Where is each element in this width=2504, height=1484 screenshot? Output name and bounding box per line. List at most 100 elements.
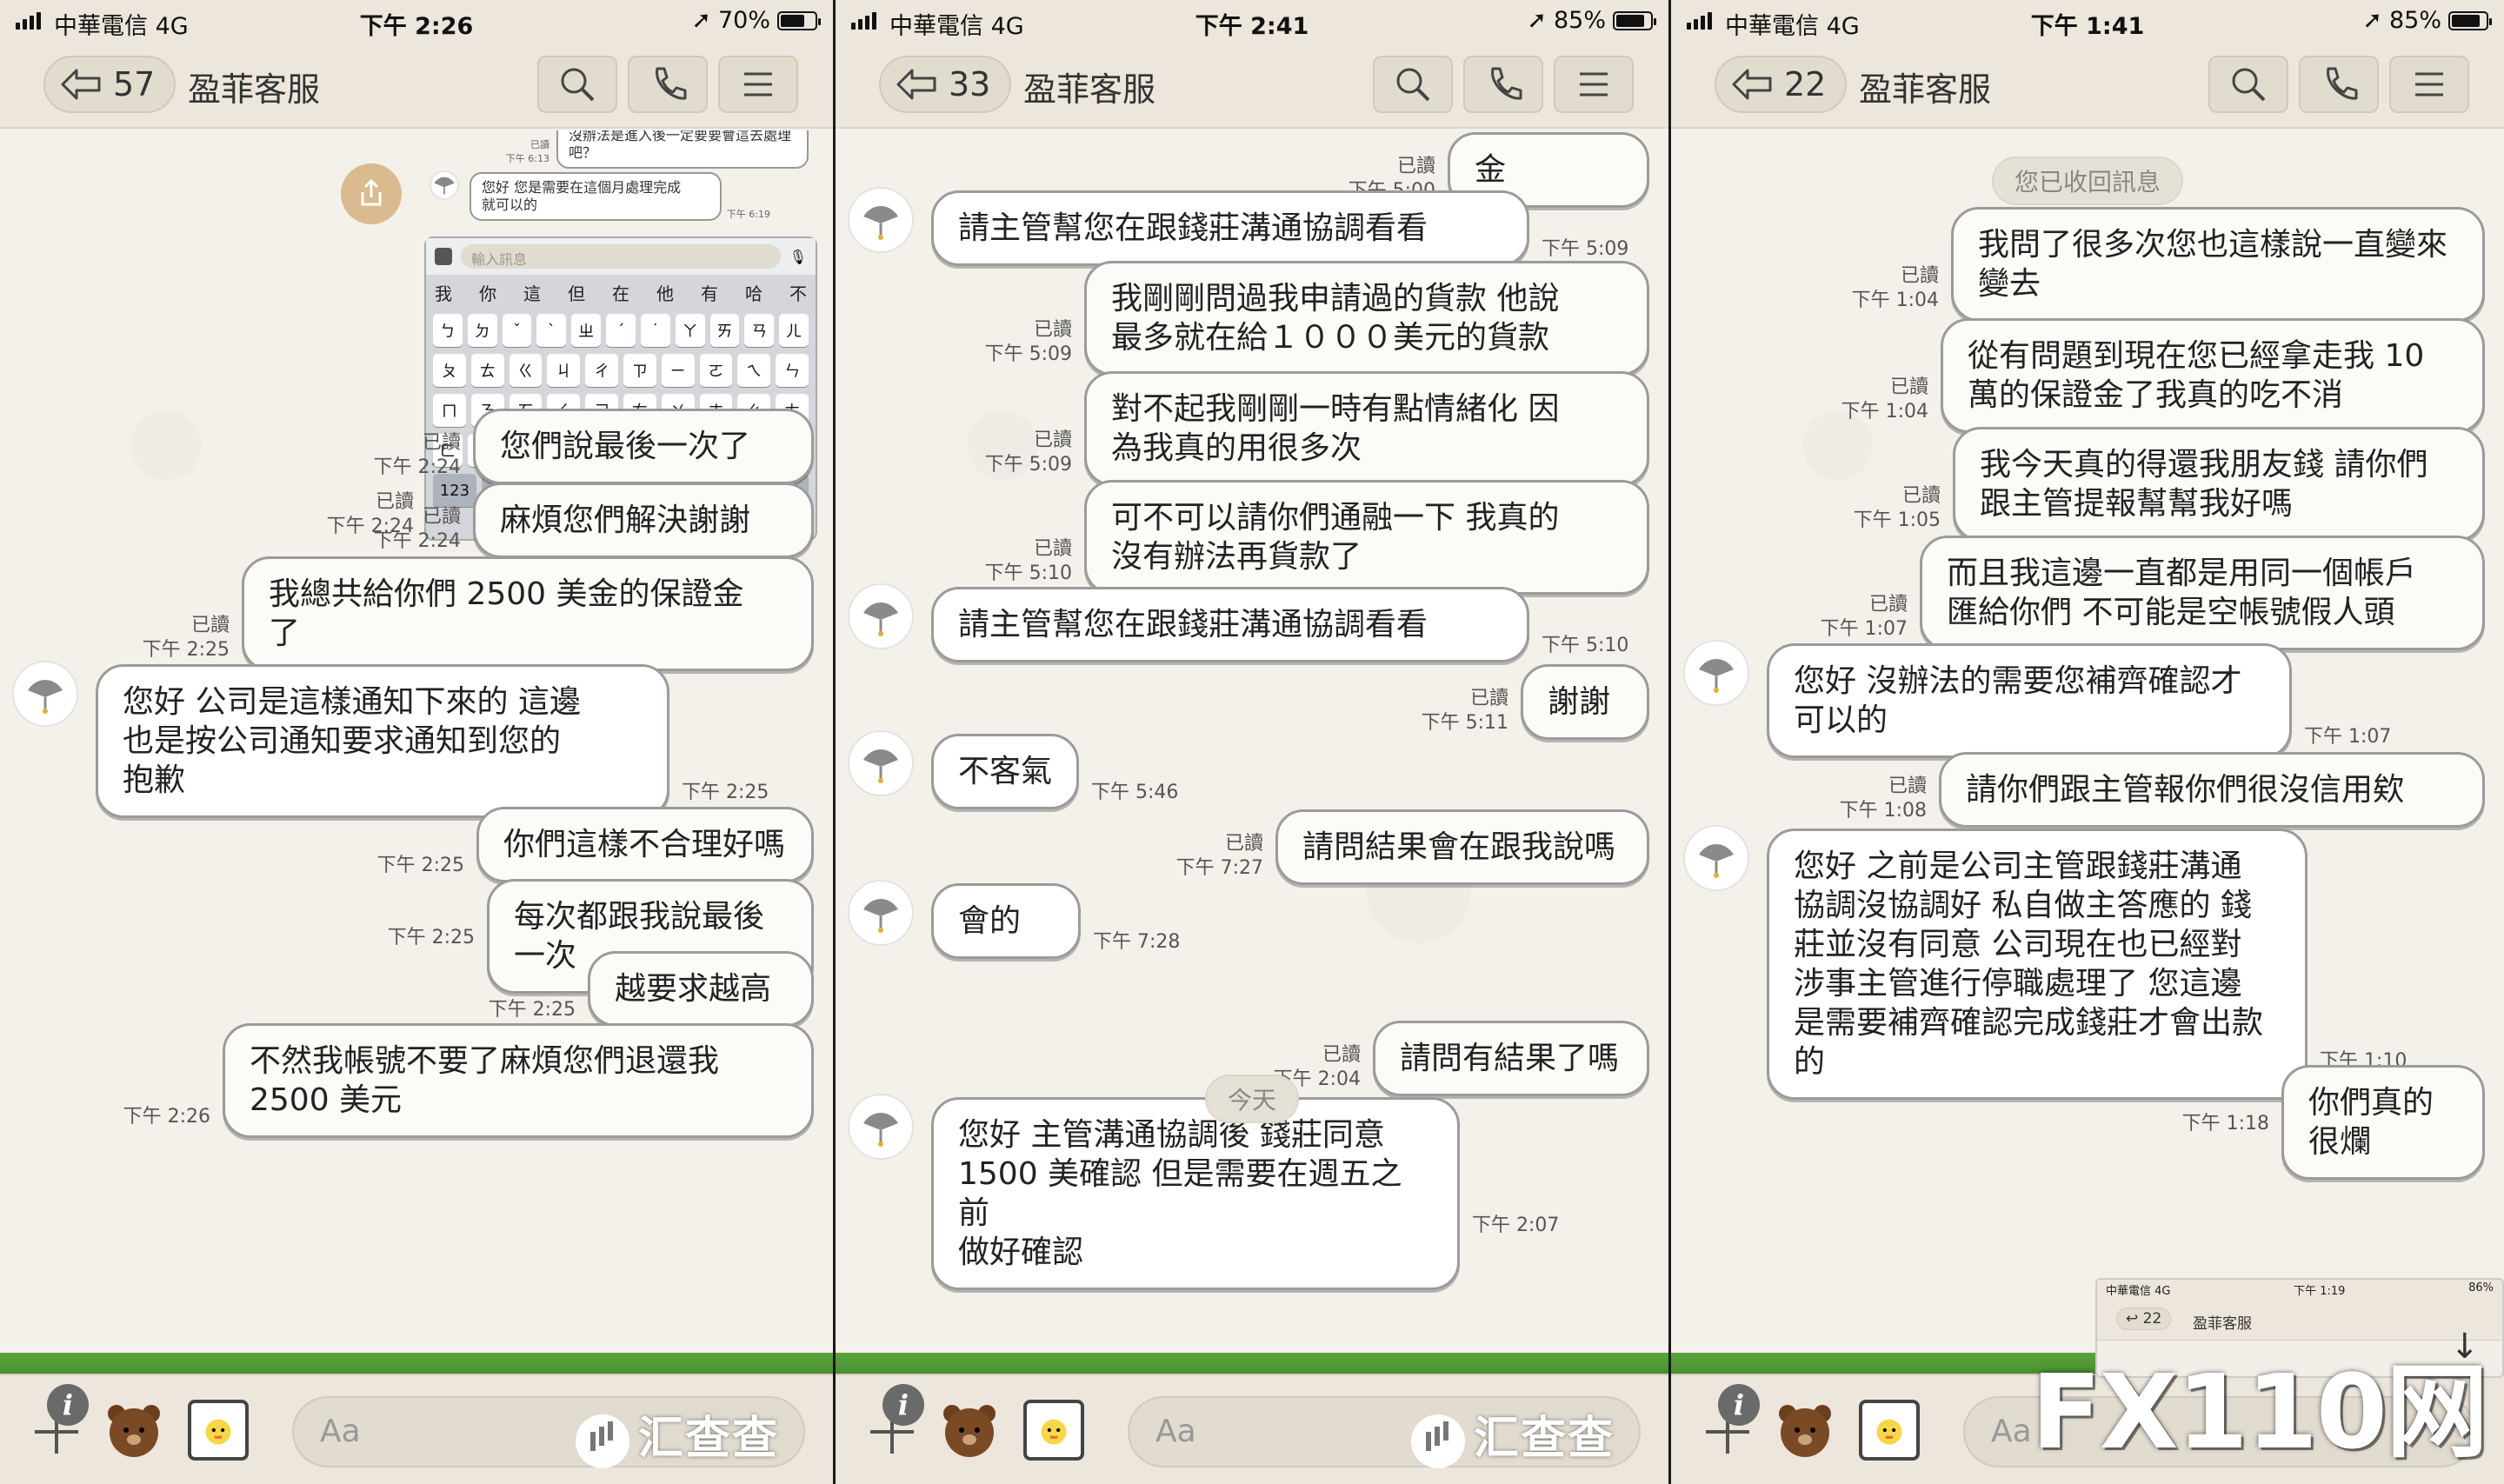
call-button[interactable] — [628, 56, 708, 113]
sent-message[interactable]: 可不可以請你們通融一下 我真的 沒有辦法再貨款了 — [1084, 479, 1649, 595]
received-message[interactable]: 請主管幫您在跟錢莊溝通協調看看 — [931, 190, 1529, 266]
battery-icon — [1613, 10, 1656, 30]
chat-header: 33 盈菲客服 — [836, 42, 1668, 129]
key: ㄧ — [661, 354, 695, 387]
info-icon[interactable]: i — [882, 1384, 924, 1426]
received-message[interactable]: 您好 主管溝通協調後 錢莊同意 1500 美確認 但是需要在週五之前 做好確認 — [931, 1097, 1460, 1290]
call-button[interactable] — [2299, 56, 2379, 113]
photo-button[interactable] — [188, 1400, 249, 1461]
message-list[interactable]: 金已讀 下午 5:00請主管幫您在跟錢莊溝通協調看看下午 5:09我剛剛問過我申… — [836, 130, 1668, 1374]
key: ㄢ — [744, 314, 775, 347]
message-meta: 下午 2:07 — [1472, 1214, 1560, 1236]
menu-button[interactable] — [1554, 56, 1634, 113]
brand-logo-icon — [863, 205, 898, 240]
candidate-key: 你 — [479, 283, 496, 304]
brand-logo-icon — [863, 749, 898, 784]
key-row-2: ㄆㄊㄍㄐㄔㄗㄧㄛㄟㄣ — [426, 350, 816, 390]
message-meta: 下午 2:25 — [488, 999, 576, 1021]
call-button[interactable] — [1463, 56, 1543, 113]
back-button[interactable]: 33 — [879, 56, 1012, 113]
received-message[interactable]: 您好 之前是公司主管跟錢莊溝通 協調沒協調好 私自做主答應的 錢 莊並沒有同意 … — [1767, 829, 2308, 1101]
sent-message[interactable]: 你們真的很爛 — [2281, 1065, 2485, 1181]
battery-icon — [777, 10, 821, 30]
sent-message[interactable]: 請你們跟主管報你們很沒信用欸 — [1939, 752, 2485, 829]
sticker-icon[interactable] — [101, 1398, 167, 1464]
sent-message[interactable]: 對不起我剛剛一時有點情緒化 因 為我真的用很多次 — [1084, 370, 1649, 486]
key: ㄟ — [737, 354, 771, 387]
sent-message[interactable]: 我問了很多次您也這樣說一直變來 變去 — [1951, 207, 2485, 322]
sent-message[interactable]: 越要求越高 — [588, 951, 814, 1027]
agent-avatar[interactable] — [12, 661, 78, 728]
back-button[interactable]: 22 — [1715, 56, 1848, 113]
search-button[interactable] — [537, 56, 617, 113]
sent-message[interactable]: 我總共給你們 2500 美金的保證金 了 — [242, 556, 814, 671]
message-list[interactable]: 您已收回訊息 我問了很多次您也這樣說一直變來 變去 已讀 下午 1:04 從有問題到… — [1671, 130, 2504, 1374]
status-bar: 中華電信 4G 下午 2:26 ➚ 70% — [0, 0, 833, 42]
location-icon: ➚ — [2362, 7, 2382, 34]
chat-screen-3: 中華電信 4G 下午 1:41 ➚ 85% 22 盈菲客服 您已收回訊息 我問了很… — [1671, 0, 2504, 1484]
image-message-meta: 已讀 下午 6:13 — [505, 139, 549, 164]
share-button[interactable] — [341, 163, 402, 224]
received-message[interactable]: 您好 沒辦法的需要您補齊確認才 可以的 — [1767, 643, 2292, 759]
info-icon[interactable]: i — [47, 1384, 89, 1426]
agent-avatar[interactable] — [848, 582, 914, 649]
back-arrow-icon — [896, 69, 936, 100]
agent-avatar[interactable] — [848, 730, 914, 797]
message-meta: 已讀 下午 1:04 — [1851, 265, 1939, 311]
message-meta: 已讀 下午 5:11 — [1421, 688, 1508, 735]
location-icon: ➚ — [1527, 7, 1547, 34]
agent-avatar[interactable] — [848, 186, 914, 253]
received-message[interactable]: 請主管幫您在跟錢莊溝通協調看看 — [931, 586, 1529, 662]
sent-message[interactable]: 麻煩您們解決謝謝 — [473, 482, 814, 558]
message-meta: 已讀 下午 1:07 — [1820, 593, 1908, 640]
search-icon — [1396, 68, 1430, 102]
key: ㄔ — [585, 354, 618, 387]
search-button[interactable] — [2208, 56, 2288, 113]
sent-message[interactable]: 謝謝 — [1521, 664, 1649, 741]
key-row-1: ㄅㄉ ˇ ˋ ㄓ ˊ ˙ ㄚㄞㄢㄦ — [426, 310, 816, 350]
sticker-icon[interactable] — [1772, 1398, 1838, 1464]
sent-message[interactable]: 不然我帳號不要了麻煩您們退還我 2500 美元 — [223, 1023, 814, 1139]
search-button[interactable] — [1373, 56, 1453, 113]
key: ㄗ — [623, 354, 656, 387]
received-message[interactable]: 不客氣 — [931, 734, 1079, 810]
sent-message[interactable]: 請問結果會在跟我說嗎 — [1275, 809, 1649, 885]
watermark-logo-icon — [1411, 1414, 1465, 1468]
candidate-key: 這 — [523, 283, 541, 304]
chat-title: 盈菲客服 — [1859, 70, 1992, 109]
key: ㄚ — [675, 314, 705, 347]
menu-button[interactable] — [2389, 56, 2469, 113]
sent-message[interactable]: 請問有結果了嗎 — [1373, 1021, 1649, 1096]
message-meta: 下午 1:18 — [2181, 1113, 2269, 1135]
brand-logo-icon — [863, 602, 898, 636]
back-button[interactable]: 57 — [43, 56, 176, 113]
agent-avatar[interactable] — [848, 1094, 914, 1160]
status-bar: 中華電信 4G 下午 2:41 ➚ 85% — [836, 0, 1668, 42]
sticker-icon[interactable] — [936, 1398, 1002, 1464]
candidate-bar: 我你這但在他有哈不 — [426, 275, 816, 310]
sent-message[interactable]: 我今天真的得還我朋友錢 請你們 跟主管提報幫幫我好嗎 — [1953, 426, 2485, 542]
photo-button[interactable] — [1023, 1400, 1084, 1461]
key: ˊ — [606, 314, 636, 347]
photo-icon — [1041, 1419, 1067, 1445]
received-message[interactable]: 您好 公司是這樣通知下來的 這邊 也是按公司通知要求通知到您的 抱歉 — [96, 664, 669, 819]
sent-message[interactable]: 我剛剛問過我申請過的貨款 他說 最多就在給１０００美元的貨款 — [1084, 261, 1649, 376]
sent-message[interactable]: 而且我這邊一直都是用同一個帳戶 匯給你們 不可能是空帳號假人頭 — [1920, 535, 2485, 650]
info-icon[interactable]: i — [1718, 1384, 1760, 1426]
agent-avatar-small — [430, 170, 459, 200]
agent-avatar[interactable] — [848, 879, 914, 946]
chat-header: 22 盈菲客服 — [1671, 42, 2504, 129]
received-message[interactable]: 會的 — [931, 882, 1081, 959]
agent-avatar[interactable] — [1683, 825, 1749, 892]
photo-button[interactable] — [1859, 1400, 1920, 1461]
battery-percent: 70% — [717, 7, 770, 34]
sent-message[interactable]: 您們說最後一次了 — [473, 409, 814, 484]
message-meta: 下午 5:46 — [1091, 782, 1179, 804]
message-list[interactable]: 沒辦法是進入後一定要要會這去處理 吧？ 已讀 下午 6:13 您好 您是需要在這… — [0, 130, 833, 1374]
sent-message[interactable]: 你們這樣不合理好嗎 — [476, 806, 814, 882]
agent-avatar[interactable] — [1683, 640, 1749, 707]
message-meta: 下午 5:09 — [1542, 237, 1629, 260]
sent-message[interactable]: 從有問題到現在您已經拿走我 10 萬的保證金了我真的吃不消 — [1941, 318, 2485, 433]
menu-button[interactable] — [718, 56, 798, 113]
candidate-key: 我 — [435, 283, 452, 304]
